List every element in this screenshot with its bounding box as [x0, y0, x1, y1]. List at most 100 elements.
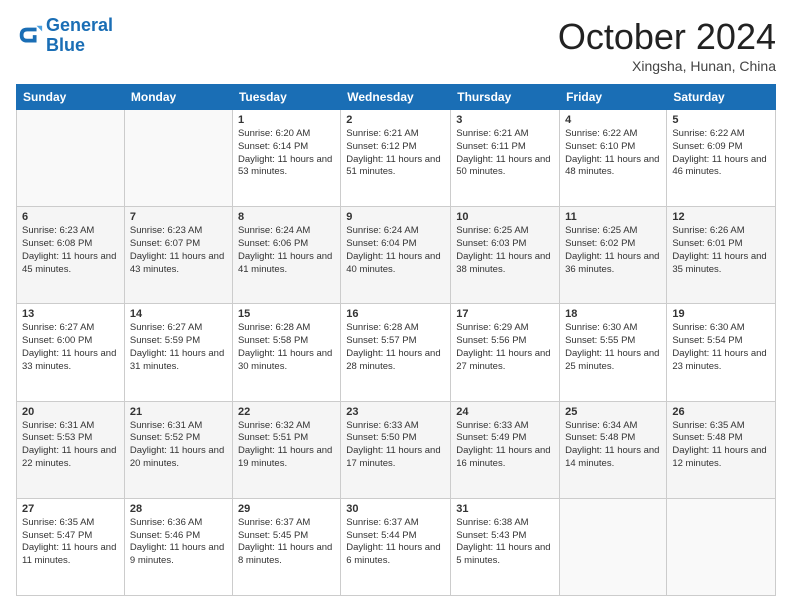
week-row-4: 20 Sunrise: 6:31 AM Sunset: 5:53 PM Dayli… [17, 401, 776, 498]
day-number: 3 [456, 114, 554, 126]
page: General Blue October 2024 Xingsha, Hunan… [0, 0, 792, 612]
logo-general: General [46, 15, 113, 35]
calendar-cell: 4 Sunrise: 6:22 AM Sunset: 6:10 PM Daylig… [560, 110, 667, 207]
day-info: Sunrise: 6:37 AM Sunset: 5:44 PM Dayligh… [346, 517, 445, 568]
day-number: 29 [238, 503, 335, 515]
calendar-cell: 3 Sunrise: 6:21 AM Sunset: 6:11 PM Daylig… [451, 110, 560, 207]
day-info: Sunrise: 6:21 AM Sunset: 6:11 PM Dayligh… [456, 128, 554, 179]
day-number: 20 [22, 406, 119, 418]
day-number: 2 [346, 114, 445, 126]
calendar-cell: 18Sunrise: 6:30 AM Sunset: 5:55 PM Dayli… [560, 304, 667, 401]
calendar-cell: 27 Sunrise: 6:35 AM Sunset: 5:47 PM Dayli… [17, 498, 125, 595]
calendar-cell: 23 Sunrise: 6:33 AM Sunset: 5:50 PM Dayli… [341, 401, 451, 498]
day-info: Sunrise: 6:27 AM Sunset: 5:59 PM Dayligh… [130, 322, 227, 373]
calendar-cell: 26 Sunrise: 6:35 AM Sunset: 5:48 PM Dayli… [667, 401, 776, 498]
day-number: 12 [672, 211, 770, 223]
day-header-saturday: Saturday [667, 85, 776, 110]
day-info: Sunrise: 6:33 AM Sunset: 5:49 PM Dayligh… [456, 420, 554, 471]
calendar-cell: 19Sunrise: 6:30 AM Sunset: 5:54 PM Dayli… [667, 304, 776, 401]
calendar-cell: 22 Sunrise: 6:32 AM Sunset: 5:51 PM Dayli… [232, 401, 340, 498]
day-info: Sunrise: 6:31 AM Sunset: 5:52 PM Dayligh… [130, 420, 227, 471]
day-info: Sunrise: 6:31 AM Sunset: 5:53 PM Dayligh… [22, 420, 119, 471]
calendar-cell: 14Sunrise: 6:27 AM Sunset: 5:59 PM Dayli… [124, 304, 232, 401]
day-info: Sunrise: 6:34 AM Sunset: 5:48 PM Dayligh… [565, 420, 661, 471]
day-number: 8 [238, 211, 335, 223]
day-number: 16 [346, 308, 445, 320]
calendar-cell: 11 Sunrise: 6:25 AM Sunset: 6:02 PM Dayli… [560, 207, 667, 304]
calendar-cell [17, 110, 125, 207]
calendar-cell [124, 110, 232, 207]
day-number: 13 [22, 308, 119, 320]
day-info: Sunrise: 6:33 AM Sunset: 5:50 PM Dayligh… [346, 420, 445, 471]
calendar-cell: 12Sunrise: 6:26 AM Sunset: 6:01 PM Dayli… [667, 207, 776, 304]
day-number: 7 [130, 211, 227, 223]
week-row-2: 6 Sunrise: 6:23 AM Sunset: 6:08 PM Daylig… [17, 207, 776, 304]
day-info: Sunrise: 6:29 AM Sunset: 5:56 PM Dayligh… [456, 322, 554, 373]
day-info: Sunrise: 6:32 AM Sunset: 5:51 PM Dayligh… [238, 420, 335, 471]
day-number: 5 [672, 114, 770, 126]
logo-icon [16, 22, 44, 50]
calendar-cell: 8Sunrise: 6:24 AM Sunset: 6:06 PM Daylig… [232, 207, 340, 304]
day-number: 24 [456, 406, 554, 418]
week-row-1: 1 Sunrise: 6:20 AM Sunset: 6:14 PM Daylig… [17, 110, 776, 207]
day-info: Sunrise: 6:25 AM Sunset: 6:02 PM Dayligh… [565, 225, 661, 276]
month-title: October 2024 [558, 16, 776, 58]
calendar-cell: 21 Sunrise: 6:31 AM Sunset: 5:52 PM Dayli… [124, 401, 232, 498]
day-info: Sunrise: 6:24 AM Sunset: 6:04 PM Dayligh… [346, 225, 445, 276]
calendar-cell: 1 Sunrise: 6:20 AM Sunset: 6:14 PM Daylig… [232, 110, 340, 207]
day-header-monday: Monday [124, 85, 232, 110]
calendar-cell: 2Sunrise: 6:21 AM Sunset: 6:12 PM Daylig… [341, 110, 451, 207]
day-info: Sunrise: 6:35 AM Sunset: 5:48 PM Dayligh… [672, 420, 770, 471]
day-info: Sunrise: 6:36 AM Sunset: 5:46 PM Dayligh… [130, 517, 227, 568]
calendar-cell: 29 Sunrise: 6:37 AM Sunset: 5:45 PM Dayli… [232, 498, 340, 595]
day-info: Sunrise: 6:38 AM Sunset: 5:43 PM Dayligh… [456, 517, 554, 568]
day-info: Sunrise: 6:30 AM Sunset: 5:55 PM Dayligh… [565, 322, 661, 373]
day-info: Sunrise: 6:23 AM Sunset: 6:07 PM Dayligh… [130, 225, 227, 276]
day-number: 31 [456, 503, 554, 515]
day-header-tuesday: Tuesday [232, 85, 340, 110]
calendar-cell: 9 Sunrise: 6:24 AM Sunset: 6:04 PM Daylig… [341, 207, 451, 304]
day-info: Sunrise: 6:28 AM Sunset: 5:58 PM Dayligh… [238, 322, 335, 373]
calendar-cell: 5 Sunrise: 6:22 AM Sunset: 6:09 PM Daylig… [667, 110, 776, 207]
day-header-friday: Friday [560, 85, 667, 110]
day-number: 10 [456, 211, 554, 223]
day-number: 6 [22, 211, 119, 223]
title-block: October 2024 Xingsha, Hunan, China [558, 16, 776, 74]
day-info: Sunrise: 6:28 AM Sunset: 5:57 PM Dayligh… [346, 322, 445, 373]
logo: General Blue [16, 16, 113, 56]
day-number: 21 [130, 406, 227, 418]
calendar-cell: 16 Sunrise: 6:28 AM Sunset: 5:57 PM Dayli… [341, 304, 451, 401]
day-header-thursday: Thursday [451, 85, 560, 110]
calendar-cell: 31 Sunrise: 6:38 AM Sunset: 5:43 PM Dayli… [451, 498, 560, 595]
day-info: Sunrise: 6:22 AM Sunset: 6:09 PM Dayligh… [672, 128, 770, 179]
day-number: 1 [238, 114, 335, 126]
calendar-cell: 13Sunrise: 6:27 AM Sunset: 6:00 PM Dayli… [17, 304, 125, 401]
day-number: 30 [346, 503, 445, 515]
calendar-cell: 30 Sunrise: 6:37 AM Sunset: 5:44 PM Dayli… [341, 498, 451, 595]
location-title: Xingsha, Hunan, China [558, 58, 776, 74]
day-number: 22 [238, 406, 335, 418]
calendar-table: SundayMondayTuesdayWednesdayThursdayFrid… [16, 84, 776, 596]
day-number: 26 [672, 406, 770, 418]
day-number: 23 [346, 406, 445, 418]
day-info: Sunrise: 6:22 AM Sunset: 6:10 PM Dayligh… [565, 128, 661, 179]
calendar-cell: 6 Sunrise: 6:23 AM Sunset: 6:08 PM Daylig… [17, 207, 125, 304]
logo-text: General Blue [46, 16, 113, 56]
calendar-cell: 28Sunrise: 6:36 AM Sunset: 5:46 PM Dayli… [124, 498, 232, 595]
day-number: 9 [346, 211, 445, 223]
week-row-3: 13Sunrise: 6:27 AM Sunset: 6:00 PM Dayli… [17, 304, 776, 401]
calendar-cell: 7 Sunrise: 6:23 AM Sunset: 6:07 PM Daylig… [124, 207, 232, 304]
day-info: Sunrise: 6:37 AM Sunset: 5:45 PM Dayligh… [238, 517, 335, 568]
header: General Blue October 2024 Xingsha, Hunan… [16, 16, 776, 74]
day-number: 4 [565, 114, 661, 126]
calendar-cell: 25Sunrise: 6:34 AM Sunset: 5:48 PM Dayli… [560, 401, 667, 498]
day-info: Sunrise: 6:23 AM Sunset: 6:08 PM Dayligh… [22, 225, 119, 276]
day-number: 27 [22, 503, 119, 515]
day-info: Sunrise: 6:25 AM Sunset: 6:03 PM Dayligh… [456, 225, 554, 276]
calendar-cell: 17Sunrise: 6:29 AM Sunset: 5:56 PM Dayli… [451, 304, 560, 401]
calendar-cell: 15Sunrise: 6:28 AM Sunset: 5:58 PM Dayli… [232, 304, 340, 401]
day-number: 11 [565, 211, 661, 223]
day-info: Sunrise: 6:20 AM Sunset: 6:14 PM Dayligh… [238, 128, 335, 179]
day-info: Sunrise: 6:35 AM Sunset: 5:47 PM Dayligh… [22, 517, 119, 568]
header-row: SundayMondayTuesdayWednesdayThursdayFrid… [17, 85, 776, 110]
